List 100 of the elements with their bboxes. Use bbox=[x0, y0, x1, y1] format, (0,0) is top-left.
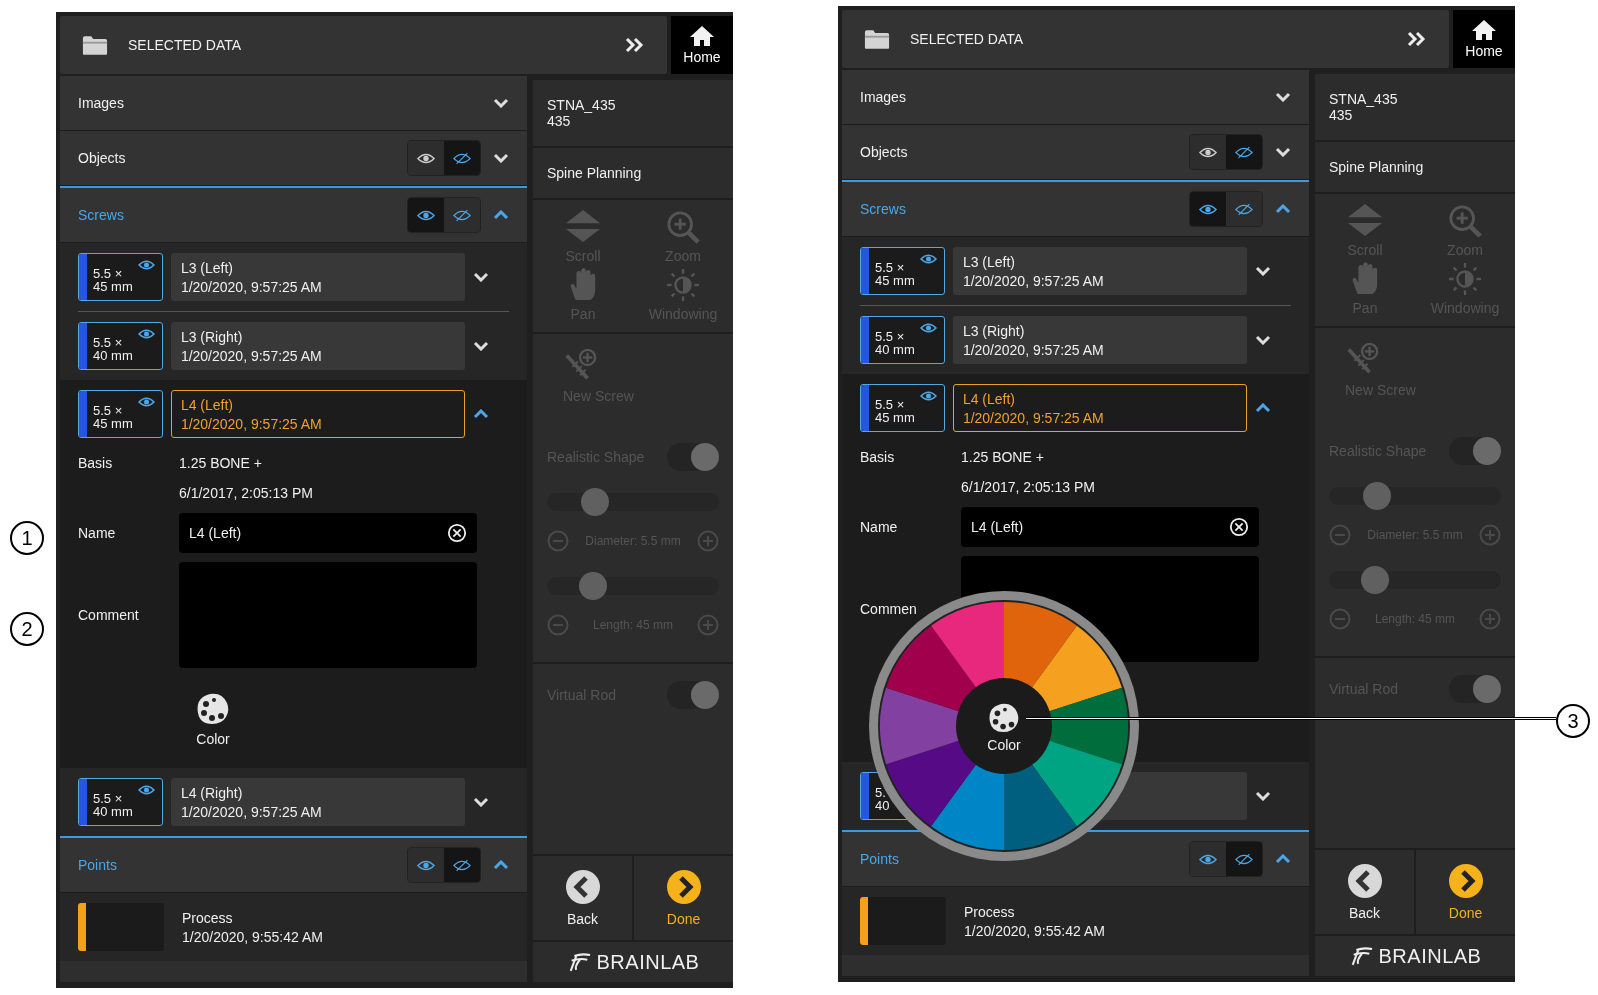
chevron-down-icon[interactable] bbox=[493, 98, 509, 108]
screw-size: 5.5 × 40 mm bbox=[874, 328, 915, 359]
toggle-switch[interactable] bbox=[667, 681, 719, 709]
slider[interactable] bbox=[547, 572, 719, 600]
name-field[interactable]: L4 (Left) bbox=[179, 513, 477, 553]
point-badge[interactable] bbox=[78, 903, 164, 951]
screw-badge[interactable]: 5.5 × 45 mm bbox=[78, 253, 163, 301]
chevron-up-icon[interactable] bbox=[1255, 403, 1271, 413]
home-button[interactable]: Home bbox=[671, 16, 733, 74]
hide-button[interactable] bbox=[444, 198, 480, 232]
slider[interactable] bbox=[547, 488, 719, 516]
chevron-up-icon[interactable] bbox=[493, 860, 509, 870]
point-badge[interactable] bbox=[860, 897, 946, 945]
brightness-icon bbox=[666, 268, 700, 302]
chevron-up-icon[interactable] bbox=[1275, 204, 1291, 214]
point-date: 1/20/2020, 9:55:42 AM bbox=[964, 922, 1105, 939]
slider[interactable] bbox=[1329, 566, 1501, 594]
screw-badge[interactable]: 5.5 × 40 mm bbox=[860, 316, 945, 364]
color-swatch[interactable] bbox=[1004, 763, 1077, 850]
hide-button[interactable] bbox=[1226, 192, 1262, 226]
section-header[interactable]: Objects bbox=[842, 125, 1309, 180]
toggle-switch[interactable] bbox=[1449, 675, 1501, 703]
screw-badge[interactable]: 5.5 × 45 mm bbox=[860, 247, 945, 295]
screw-card[interactable]: L4 (Left) 1/20/2020, 9:57:25 AM bbox=[952, 384, 1247, 432]
chevron-down-icon[interactable] bbox=[1255, 335, 1271, 345]
chevron-down-icon[interactable] bbox=[1255, 266, 1271, 276]
screw-card[interactable]: L4 (Right) 1/20/2020, 9:57:25 AM bbox=[170, 778, 465, 826]
screw-name: L4 (Left) bbox=[962, 390, 1016, 407]
patient-name: STNA_435 bbox=[1329, 91, 1399, 107]
color-swatch[interactable] bbox=[931, 602, 1004, 689]
chevron-down-icon[interactable] bbox=[493, 153, 509, 163]
chevron-down-icon[interactable] bbox=[473, 272, 489, 282]
show-button[interactable] bbox=[408, 198, 444, 232]
screw-card[interactable]: L3 (Right) 1/20/2020, 9:57:25 AM bbox=[952, 316, 1247, 364]
point-name: Process bbox=[182, 909, 234, 926]
screw-plus-icon bbox=[563, 348, 597, 382]
screw-card[interactable]: L3 (Left) 1/20/2020, 9:57:25 AM bbox=[170, 253, 465, 301]
section-header[interactable]: Screws bbox=[842, 182, 1309, 237]
eye-icon bbox=[919, 323, 937, 333]
panel-title: SELECTED DATA bbox=[128, 37, 243, 53]
slider-thumb[interactable] bbox=[579, 572, 608, 600]
screw-plus-icon bbox=[1345, 342, 1379, 376]
color-swatch[interactable] bbox=[1031, 625, 1122, 712]
chevron-up-icon[interactable] bbox=[493, 210, 509, 220]
screw-badge[interactable]: 5.5 × 40 mm bbox=[78, 778, 163, 826]
chevron-up-icon[interactable] bbox=[1275, 854, 1291, 864]
chevron-up-icon[interactable] bbox=[473, 409, 489, 419]
show-button[interactable] bbox=[408, 141, 444, 175]
section-header[interactable]: Images bbox=[842, 70, 1309, 125]
section-header[interactable]: Objects bbox=[60, 131, 527, 186]
screw-date: 1/20/2020, 9:57:25 AM bbox=[962, 341, 1105, 358]
comment-field[interactable] bbox=[179, 562, 477, 668]
slider-thumb[interactable] bbox=[581, 488, 610, 516]
slider[interactable] bbox=[1329, 482, 1501, 510]
section-header[interactable]: Images bbox=[60, 76, 527, 131]
chevron-down-icon[interactable] bbox=[473, 797, 489, 807]
screw-badge[interactable]: 5.5 × 45 mm bbox=[860, 384, 945, 432]
screw-card[interactable]: L4 (Left) 1/20/2020, 9:57:25 AM bbox=[170, 390, 465, 438]
color-button[interactable]: Color bbox=[196, 693, 230, 747]
screw-card[interactable]: L3 (Left) 1/20/2020, 9:57:25 AM bbox=[952, 247, 1247, 295]
section-header[interactable]: Points bbox=[60, 838, 527, 893]
toggle-switch[interactable] bbox=[667, 443, 719, 471]
color-swatch[interactable] bbox=[880, 687, 961, 765]
color-swatch[interactable] bbox=[1031, 740, 1122, 827]
chevron-down-icon[interactable] bbox=[1275, 92, 1291, 102]
screw-badge[interactable]: 5.5 × 45 mm bbox=[78, 390, 163, 438]
chevron-down-icon[interactable] bbox=[473, 341, 489, 351]
color-swatch[interactable] bbox=[1004, 602, 1077, 689]
color-swatch[interactable] bbox=[1047, 687, 1128, 765]
double-chevron-icon[interactable] bbox=[1407, 31, 1427, 47]
toggle-switch[interactable] bbox=[1449, 437, 1501, 465]
eye-icon bbox=[1199, 853, 1217, 865]
point-name: Process bbox=[964, 903, 1016, 920]
show-button[interactable] bbox=[1190, 135, 1226, 169]
home-button[interactable]: Home bbox=[1453, 10, 1515, 68]
chevron-down-icon[interactable] bbox=[1275, 147, 1291, 157]
clear-icon[interactable] bbox=[447, 523, 467, 543]
double-chevron-icon[interactable] bbox=[625, 37, 645, 53]
slider-thumb[interactable] bbox=[1363, 482, 1392, 510]
show-button[interactable] bbox=[408, 848, 444, 882]
color-swatch[interactable] bbox=[931, 763, 1004, 850]
color-swatch[interactable] bbox=[886, 625, 977, 712]
screw-badge[interactable]: 5.5 × 40 mm bbox=[78, 322, 163, 370]
hide-button[interactable] bbox=[1226, 842, 1262, 876]
panel-title: SELECTED DATA bbox=[910, 31, 1025, 47]
show-button[interactable] bbox=[1190, 842, 1226, 876]
name-field[interactable]: L4 (Left) bbox=[961, 507, 1259, 547]
hide-button[interactable] bbox=[444, 848, 480, 882]
screw-card[interactable]: L3 (Right) 1/20/2020, 9:57:25 AM bbox=[170, 322, 465, 370]
workflow-name: Spine Planning bbox=[547, 165, 642, 181]
hide-button[interactable] bbox=[444, 141, 480, 175]
chevron-down-icon[interactable] bbox=[1255, 791, 1271, 801]
slider-thumb[interactable] bbox=[1361, 566, 1390, 594]
screw-name: L3 (Right) bbox=[180, 328, 244, 345]
clear-icon[interactable] bbox=[1229, 517, 1249, 537]
hand-icon bbox=[1350, 262, 1380, 296]
show-button[interactable] bbox=[1190, 192, 1226, 226]
section-header[interactable]: Screws bbox=[60, 188, 527, 243]
callout-number: 2 bbox=[10, 612, 44, 646]
hide-button[interactable] bbox=[1226, 135, 1262, 169]
